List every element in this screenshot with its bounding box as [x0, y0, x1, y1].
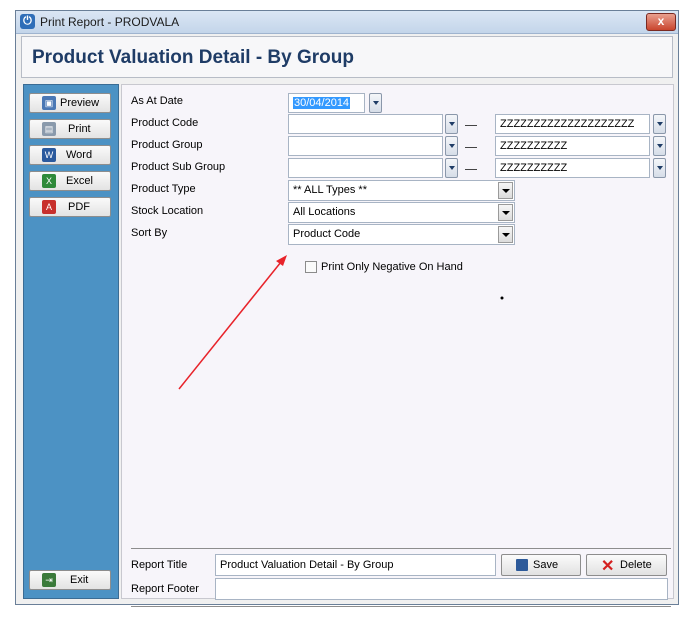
product-code-from-input[interactable] [288, 114, 443, 134]
pdf-icon: A [42, 200, 56, 214]
report-title-input[interactable]: Product Valuation Detail - By Group [215, 554, 496, 576]
product-sub-group-from-input[interactable] [288, 158, 443, 178]
product-group-to-dropdown[interactable] [653, 136, 666, 156]
exit-button-label: Exit [70, 574, 89, 586]
stock-location-value: All Locations [293, 206, 356, 218]
negative-on-hand-label: Print Only Negative On Hand [321, 261, 463, 273]
power-icon: ⏻ [20, 14, 35, 29]
pdf-button-label: PDF [68, 201, 90, 213]
pdf-button[interactable]: A PDF [29, 197, 111, 217]
word-button[interactable]: W Word [29, 145, 111, 165]
save-button-label: Save [533, 559, 559, 571]
chevron-down-icon[interactable] [498, 204, 513, 221]
divider [131, 548, 671, 549]
as-at-date-input[interactable]: 30/04/2014 [288, 93, 365, 113]
range-dash [465, 147, 477, 148]
product-group-from-dropdown[interactable] [445, 136, 458, 156]
delete-button[interactable]: ✕ Delete [586, 554, 667, 576]
excel-icon: X [42, 174, 56, 188]
sidebar: ▣ Preview ▤ Print W Word X Excel A PDF ⇥… [23, 84, 119, 599]
negative-on-hand-checkbox[interactable] [305, 261, 317, 273]
preview-icon: ▣ [42, 96, 56, 110]
print-button-label: Print [68, 123, 91, 135]
product-sub-group-to-dropdown[interactable] [653, 158, 666, 178]
save-button[interactable]: Save [501, 554, 581, 576]
product-type-label: Product Type [131, 183, 196, 195]
exit-button[interactable]: ⇥ Exit [29, 570, 111, 590]
excel-button-label: Excel [66, 175, 93, 187]
stock-location-select[interactable]: All Locations [288, 202, 515, 223]
report-footer-input[interactable] [215, 578, 668, 600]
excel-button[interactable]: X Excel [29, 171, 111, 191]
report-options-panel: As At Date 30/04/2014 Product Code ZZZZZ… [121, 84, 674, 607]
chevron-down-icon[interactable] [498, 182, 513, 199]
word-icon: W [42, 148, 56, 162]
stock-location-label: Stock Location [131, 205, 204, 217]
delete-x-icon: ✕ [601, 558, 615, 575]
sort-by-label: Sort By [131, 227, 168, 239]
product-type-select[interactable]: ** ALL Types ** [288, 180, 515, 201]
delete-button-label: Delete [620, 559, 652, 571]
product-sub-group-to-input[interactable]: ZZZZZZZZZZ [495, 158, 650, 178]
product-code-label: Product Code [131, 117, 199, 129]
window-title: Print Report - PRODVALA [40, 15, 180, 29]
exit-icon: ⇥ [42, 573, 56, 587]
as-at-date-value: 30/04/2014 [293, 97, 351, 109]
title-bar: ⏻ Print Report - PRODVALA x [16, 11, 678, 34]
printer-icon: ▤ [42, 122, 56, 136]
divider [131, 606, 671, 607]
preview-button[interactable]: ▣ Preview [29, 93, 111, 113]
close-button[interactable]: x [646, 13, 676, 31]
range-dash [465, 125, 477, 126]
product-group-from-input[interactable] [288, 136, 443, 156]
product-type-value: ** ALL Types ** [293, 184, 367, 196]
print-button[interactable]: ▤ Print [29, 119, 111, 139]
report-footer-label: Report Footer [131, 583, 199, 595]
date-picker-button[interactable] [369, 93, 382, 113]
report-header: Product Valuation Detail - By Group [21, 36, 673, 78]
page-title: Product Valuation Detail - By Group [32, 47, 354, 68]
floppy-disk-icon [516, 559, 528, 571]
as-at-date-label: As At Date [131, 95, 183, 107]
word-button-label: Word [66, 149, 93, 161]
product-sub-group-from-dropdown[interactable] [445, 158, 458, 178]
product-group-to-input[interactable]: ZZZZZZZZZZ [495, 136, 650, 156]
sort-by-select[interactable]: Product Code [288, 224, 515, 245]
report-title-label: Report Title [131, 559, 188, 571]
product-code-from-dropdown[interactable] [445, 114, 458, 134]
print-report-window: ⏻ Print Report - PRODVALA x Product Valu… [15, 10, 679, 607]
product-sub-group-label: Product Sub Group [131, 161, 226, 173]
range-dash [465, 169, 477, 170]
chevron-down-icon[interactable] [498, 226, 513, 243]
product-group-label: Product Group [131, 139, 203, 151]
product-code-to-input[interactable]: ZZZZZZZZZZZZZZZZZZZZ [495, 114, 650, 134]
preview-button-label: Preview [60, 97, 100, 109]
product-code-to-dropdown[interactable] [653, 114, 666, 134]
sort-by-value: Product Code [293, 228, 361, 240]
